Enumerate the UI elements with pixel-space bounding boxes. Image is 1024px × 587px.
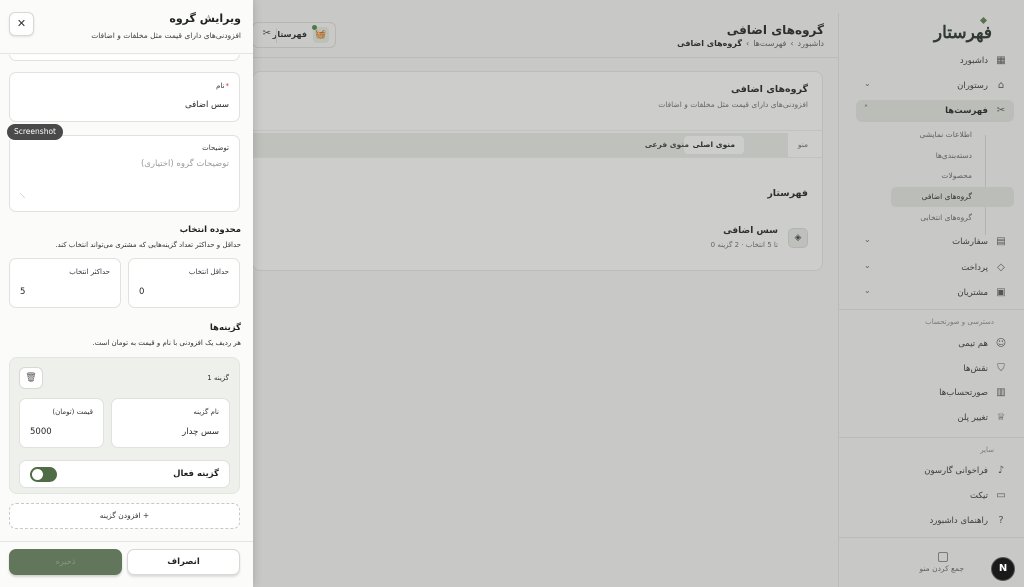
name-input[interactable]: سس اضافی: [185, 100, 229, 110]
option-header: گزینه 1: [207, 374, 229, 382]
resize-handle-icon[interactable]: ⟋: [20, 192, 25, 201]
screenshot-badge: Screenshot: [7, 124, 63, 140]
delete-option-button[interactable]: 🗑: [19, 367, 43, 389]
add-option-label: افزودن گزینه: [99, 511, 141, 520]
description-label: توضیحات: [202, 144, 229, 152]
required-mark: *: [225, 82, 230, 90]
floating-app-icon[interactable]: N: [991, 557, 1015, 581]
name-label: *نام: [216, 82, 229, 90]
description-textarea[interactable]: توضیحات گروه (اختیاری): [141, 159, 229, 169]
option-price-label: قیمت (تومان): [52, 408, 93, 416]
close-button[interactable]: ✕: [9, 12, 34, 36]
plus-icon: +: [140, 511, 150, 520]
cancel-button[interactable]: انصراف: [127, 549, 240, 575]
range-title: محدوده انتخاب: [179, 225, 241, 235]
description-field[interactable]: توضیحات توضیحات گروه (اختیاری) ⟋: [9, 135, 240, 212]
edit-group-drawer: ویرایش گروه افزودنی‌های دارای قیمت مثل م…: [0, 0, 253, 587]
option-price-input[interactable]: 5000: [30, 427, 52, 437]
option-active-toggle[interactable]: [30, 467, 57, 482]
option-price-field[interactable]: قیمت (تومان) 5000: [19, 398, 104, 448]
option-name-label: نام گزینه: [193, 408, 219, 416]
drawer-footer: انصراف ذخیره: [0, 541, 253, 587]
min-selection-field[interactable]: حداقل انتخاب 0: [128, 258, 240, 308]
option-name-field[interactable]: نام گزینه سس چدار: [111, 398, 230, 448]
add-option-button[interactable]: + افزودن گزینه: [9, 503, 240, 529]
trash-icon: 🗑: [25, 373, 37, 383]
option-name-input[interactable]: سس چدار: [182, 427, 219, 437]
min-selection-label: حداقل انتخاب: [188, 268, 229, 276]
max-selection-field[interactable]: حداکثر انتخاب 5: [9, 258, 121, 308]
range-description: حداقل و حداکثر تعداد گزینه‌هایی که مشتری…: [55, 241, 241, 249]
option-active-label: گزینه فعال: [173, 469, 219, 479]
save-button[interactable]: ذخیره: [9, 549, 122, 575]
drawer-subtitle: افزودنی‌های دارای قیمت مثل مخلفات و اضاف…: [91, 31, 241, 40]
toggle-knob: [32, 469, 43, 480]
drawer-header: ویرایش گروه افزودنی‌های دارای قیمت مثل م…: [0, 0, 253, 54]
min-selection-input[interactable]: 0: [139, 287, 144, 297]
max-selection-input[interactable]: 5: [20, 287, 25, 297]
options-description: هر ردیف یک افزودنی با نام و قیمت به توما…: [92, 339, 241, 347]
option-active-row: گزینه فعال: [19, 460, 230, 488]
drawer-title: ویرایش گروه: [169, 12, 241, 25]
max-selection-label: حداکثر انتخاب: [69, 268, 110, 276]
name-field[interactable]: *نام سس اضافی: [9, 72, 240, 122]
options-title: گزینه‌ها: [209, 323, 241, 333]
scrolled-card-edge: [9, 55, 240, 61]
close-icon: ✕: [16, 17, 27, 30]
option-row: گزینه 1 🗑 نام گزینه سس چدار قیمت (تومان)…: [9, 357, 240, 494]
